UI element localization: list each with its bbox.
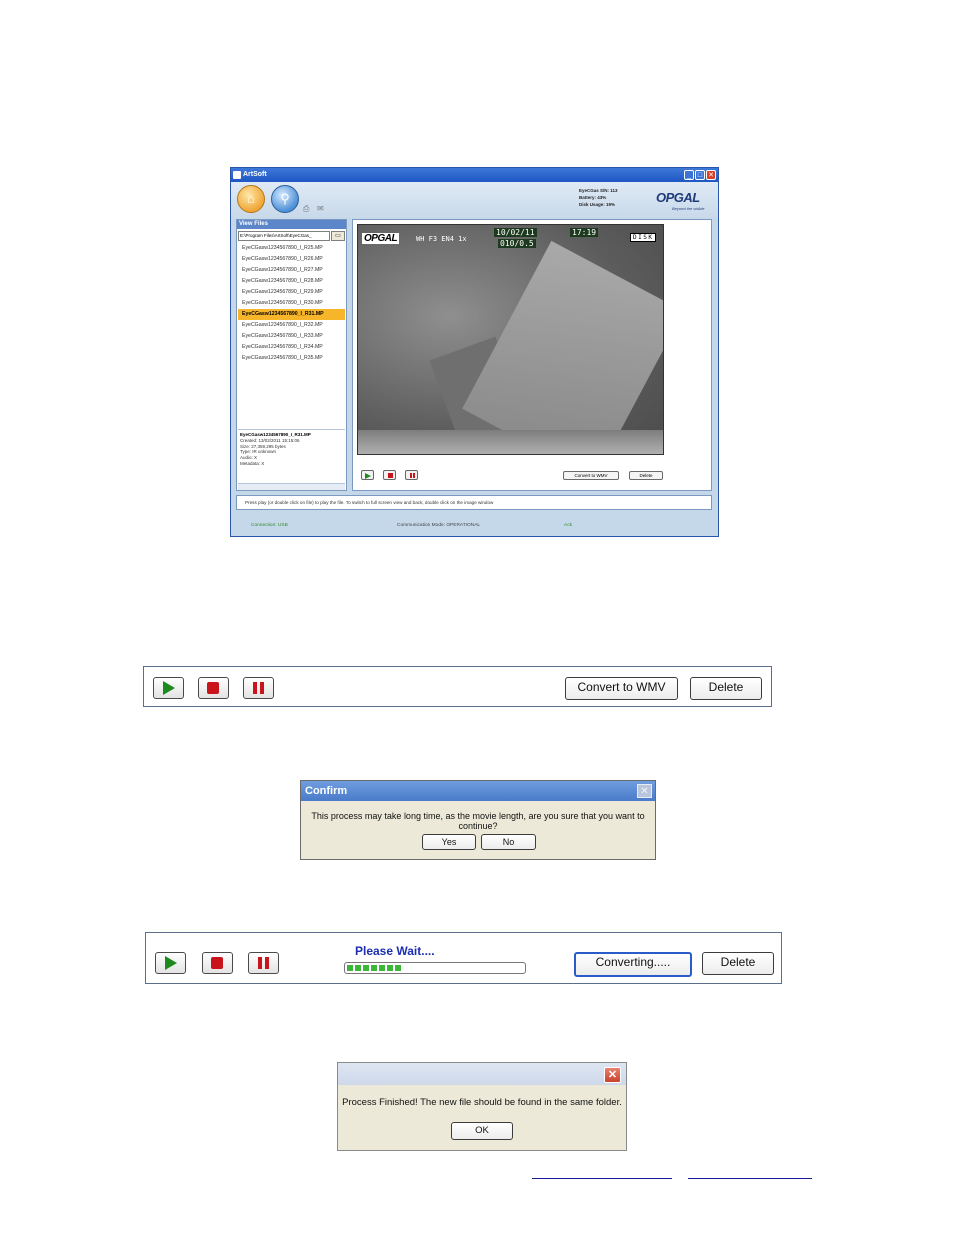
osd-mode: WH F3 EN4 1x [416, 235, 467, 243]
converting-button[interactable]: Converting..... [574, 952, 692, 977]
top-toolbar: ⌂ ⚲ ⎙ ✉ EyeCGas S/N: 113 Battery: 43% Di… [231, 182, 718, 218]
app-icon [233, 171, 241, 179]
dialog-message: Process Finished! The new file should be… [342, 1097, 622, 1108]
play-icon [163, 681, 175, 695]
player-toolbar-converting: Please Wait.... Converting..... Delete [145, 932, 782, 984]
player-panel: OPGAL WH F3 EN4 1x 10/02/11 010/0.5 17:1… [352, 219, 712, 491]
convert-button[interactable]: Convert to WMV [563, 471, 619, 480]
pause-icon [253, 682, 264, 694]
pause-icon [410, 473, 412, 478]
conversion-progress-bar [344, 962, 526, 974]
horizontal-scrollbar[interactable] [238, 483, 345, 490]
close-icon[interactable]: ✕ [604, 1067, 621, 1083]
play-button[interactable] [155, 952, 186, 974]
file-list-item[interactable]: EyeCGasw1234567890_I_R26.MP [238, 254, 345, 265]
stop-button[interactable] [198, 677, 229, 699]
close-icon[interactable]: ✕ [637, 784, 652, 798]
pause-icon [258, 957, 269, 969]
connection-status: Connection: USB [251, 523, 288, 528]
yes-button[interactable]: Yes [422, 834, 476, 850]
stop-icon [388, 473, 393, 478]
play-button[interactable] [153, 677, 184, 699]
play-icon [165, 956, 177, 970]
hint-bar: Press play (or double click on file) to … [236, 495, 712, 510]
disk-usage: Disk Usage: 19% [579, 202, 616, 207]
footer-underline [688, 1178, 812, 1179]
path-input[interactable]: E:\Program Files\ArtSoft\EyeCGas_ [238, 231, 330, 241]
file-list-item[interactable]: EyeCGasw1234567890_I_R25.MP [238, 243, 345, 254]
osd-logo: OPGAL [362, 233, 400, 244]
file-list-item[interactable]: EyeCGasw1234567890_I_R35.MP [238, 353, 345, 364]
device-serial: EyeCGas S/N: 113 [579, 188, 618, 193]
ack-status: Ack [564, 523, 572, 528]
video-window[interactable]: OPGAL WH F3 EN4 1x 10/02/11 010/0.5 17:1… [357, 224, 664, 455]
file-list-item[interactable]: EyeCGasw1234567890_I_R28.MP [238, 276, 345, 287]
artsoft-window: ArtSoft _ □ ✕ ⌂ ⚲ ⎙ ✉ EyeCGas S/N: 113 B… [230, 167, 719, 537]
status-bar: Connection: USB Communication Mode: OPER… [231, 514, 718, 536]
video-content [358, 430, 663, 454]
file-list-item[interactable]: EyeCGasw1234567890_I_R32.MP [238, 320, 345, 331]
progress-fill [347, 965, 402, 971]
dialog-title-bar [338, 1063, 626, 1085]
osd-date: 10/02/11 [494, 228, 537, 237]
file-list-item[interactable]: EyeCGasw1234567890_I_R30.MP [238, 298, 345, 309]
confirm-dialog: Confirm ✕ This process may take long tim… [300, 780, 656, 860]
osd-storage: DISK [630, 233, 657, 242]
window-title-bar[interactable]: ArtSoft [231, 168, 718, 182]
play-button[interactable] [361, 470, 374, 480]
file-list-item[interactable]: EyeCGasw1234567890_I_R27.MP [238, 265, 345, 276]
osd-time: 17:19 [570, 228, 599, 237]
brand-logo: OPGAL [656, 190, 700, 205]
view-files-header: View Files [237, 220, 346, 229]
process-finished-dialog: ✕ Process Finished! The new file should … [337, 1062, 627, 1151]
pause-button[interactable] [405, 470, 418, 480]
file-list-item[interactable]: EyeCGasw1234567890_I_R29.MP [238, 287, 345, 298]
convert-to-wmv-button[interactable]: Convert to WMV [565, 677, 678, 700]
file-info: EyeCGasw1234567890_I_R31.MP Created: 13/… [238, 429, 345, 484]
search-icon[interactable]: ⚲ [271, 185, 299, 213]
osd-range: 010/0.5 [498, 239, 536, 248]
delete-button[interactable]: Delete [702, 952, 774, 975]
view-files-panel: View Files E:\Program Files\ArtSoft\EyeC… [236, 219, 347, 491]
no-button[interactable]: No [481, 834, 536, 850]
file-list-item[interactable]: EyeCGasw1234567890_I_R34.MP [238, 342, 345, 353]
mail-icon[interactable]: ✉ [317, 204, 324, 213]
player-toolbar: Convert to WMV Delete [143, 666, 772, 707]
delete-button[interactable]: Delete [629, 471, 663, 480]
stop-button[interactable] [202, 952, 233, 974]
home-icon[interactable]: ⌂ [237, 185, 265, 213]
print-icon[interactable]: ⎙ [303, 204, 309, 214]
dialog-message: This process may take long time, as the … [311, 811, 645, 831]
minimize-button[interactable]: _ [684, 170, 694, 180]
device-info: EyeCGas S/N: 113 Battery: 43% Disk Usage… [579, 187, 618, 208]
maximize-button[interactable]: □ [695, 170, 705, 180]
delete-button[interactable]: Delete [690, 677, 762, 700]
pause-button[interactable] [243, 677, 274, 699]
play-icon [365, 473, 371, 479]
please-wait-label: Please Wait.... [355, 944, 435, 958]
close-button[interactable]: ✕ [706, 170, 716, 180]
stop-icon [207, 682, 219, 694]
communication-mode: Communication Mode: OPERATIONAL [397, 523, 481, 528]
file-list-item[interactable]: EyeCGasw1234567890_I_R33.MP [238, 331, 345, 342]
folder-icon[interactable]: ▭ [331, 231, 345, 241]
file-list: EyeCGasw1234567890_I_R25.MP EyeCGasw1234… [238, 243, 345, 423]
brand-tagline: Beyond the visible [672, 206, 705, 211]
file-info-metadata: Metadata: X [240, 460, 265, 466]
ok-button[interactable]: OK [451, 1122, 513, 1140]
stop-icon [211, 957, 223, 969]
footer-underline [532, 1178, 672, 1179]
dialog-title: Confirm [301, 781, 655, 801]
pause-button[interactable] [248, 952, 279, 974]
stop-button[interactable] [383, 470, 396, 480]
window-title: ArtSoft [243, 171, 267, 178]
file-list-item-selected[interactable]: EyeCGasw1234567890_I_R31.MP [238, 309, 345, 320]
battery-level: Battery: 43% [579, 195, 607, 200]
